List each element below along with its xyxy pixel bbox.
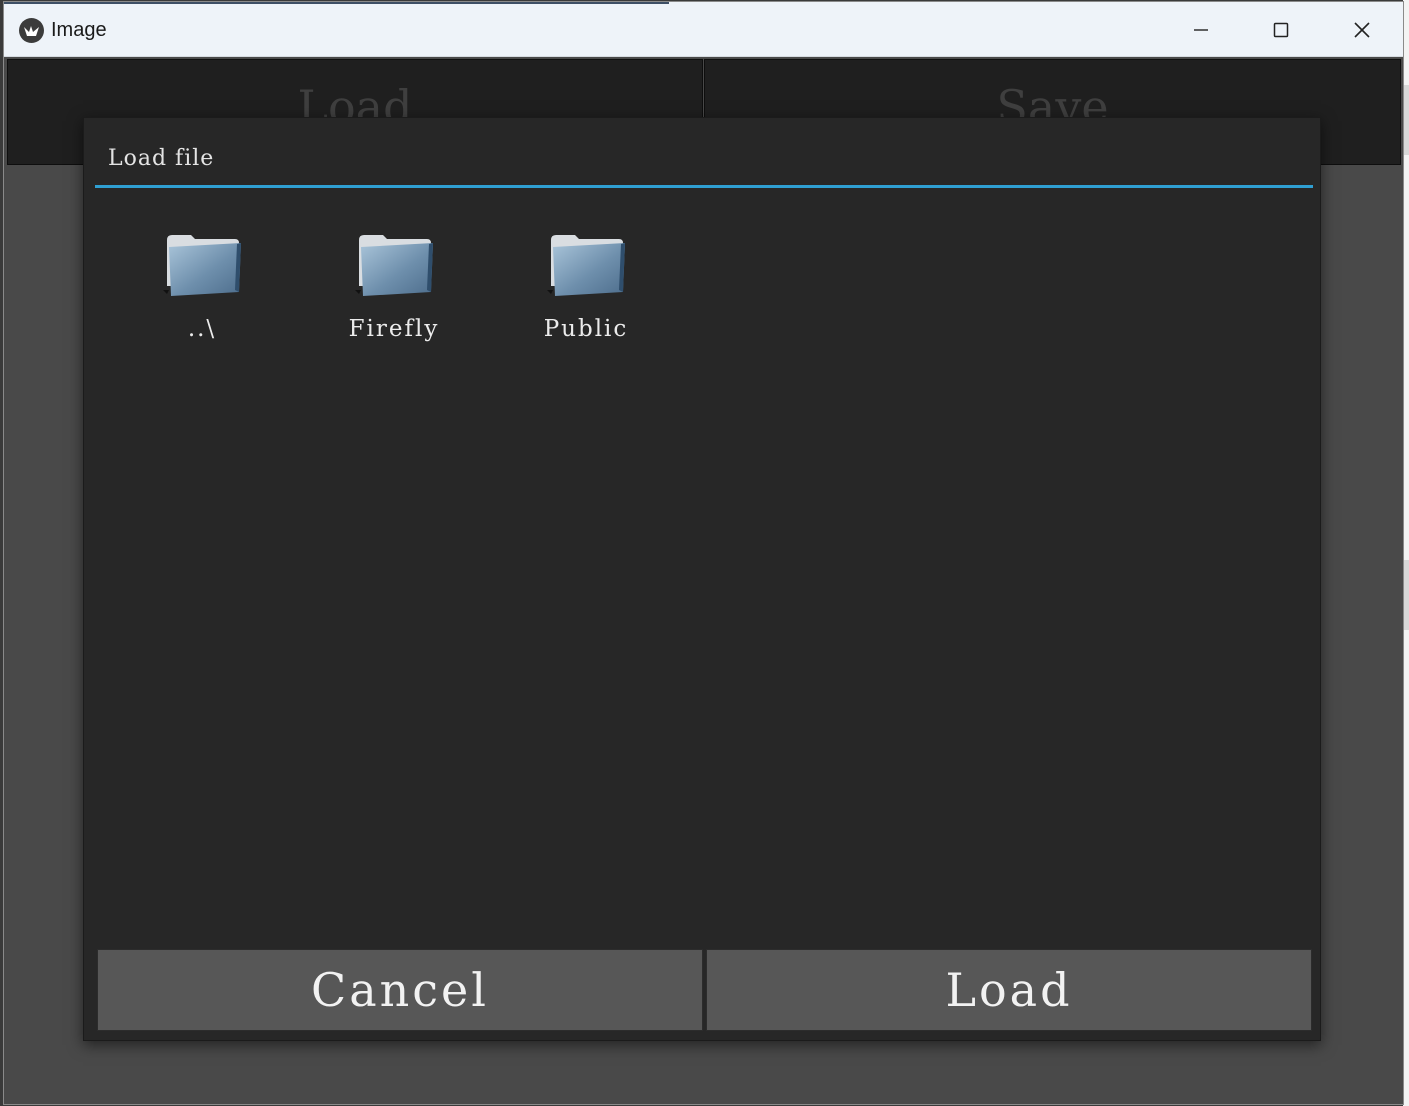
- title-bar[interactable]: Image: [4, 2, 1403, 57]
- maximize-icon: [1273, 22, 1289, 38]
- file-item-label: Public: [543, 316, 629, 342]
- load-file-dialog: Load file ..\ Firefly Public Cancel Load: [83, 117, 1321, 1041]
- file-item-firefly[interactable]: Firefly: [314, 230, 474, 360]
- file-item-label: Firefly: [348, 316, 440, 342]
- file-item-public[interactable]: Public: [506, 230, 666, 360]
- close-icon: [1354, 22, 1370, 38]
- dialog-title-separator: [95, 185, 1313, 188]
- minimize-icon: [1194, 29, 1208, 31]
- file-item-label: ..\: [187, 316, 217, 342]
- title-bar-accent: [4, 2, 669, 4]
- app-window: Image Load Save Load file ..\ Firefly Pu…: [3, 1, 1404, 1105]
- cancel-button[interactable]: Cancel: [97, 949, 703, 1031]
- maximize-button[interactable]: [1251, 10, 1311, 50]
- folder-icon: [163, 235, 241, 296]
- minimize-button[interactable]: [1171, 10, 1231, 50]
- kivy-app-icon: [19, 18, 44, 43]
- file-item-parent[interactable]: ..\: [122, 230, 282, 360]
- load-button[interactable]: Load: [706, 949, 1312, 1031]
- window-title: Image: [51, 19, 107, 41]
- folder-icon: [547, 235, 625, 296]
- close-button[interactable]: [1332, 10, 1392, 50]
- folder-icon: [355, 235, 433, 296]
- dialog-title: Load file: [108, 146, 215, 171]
